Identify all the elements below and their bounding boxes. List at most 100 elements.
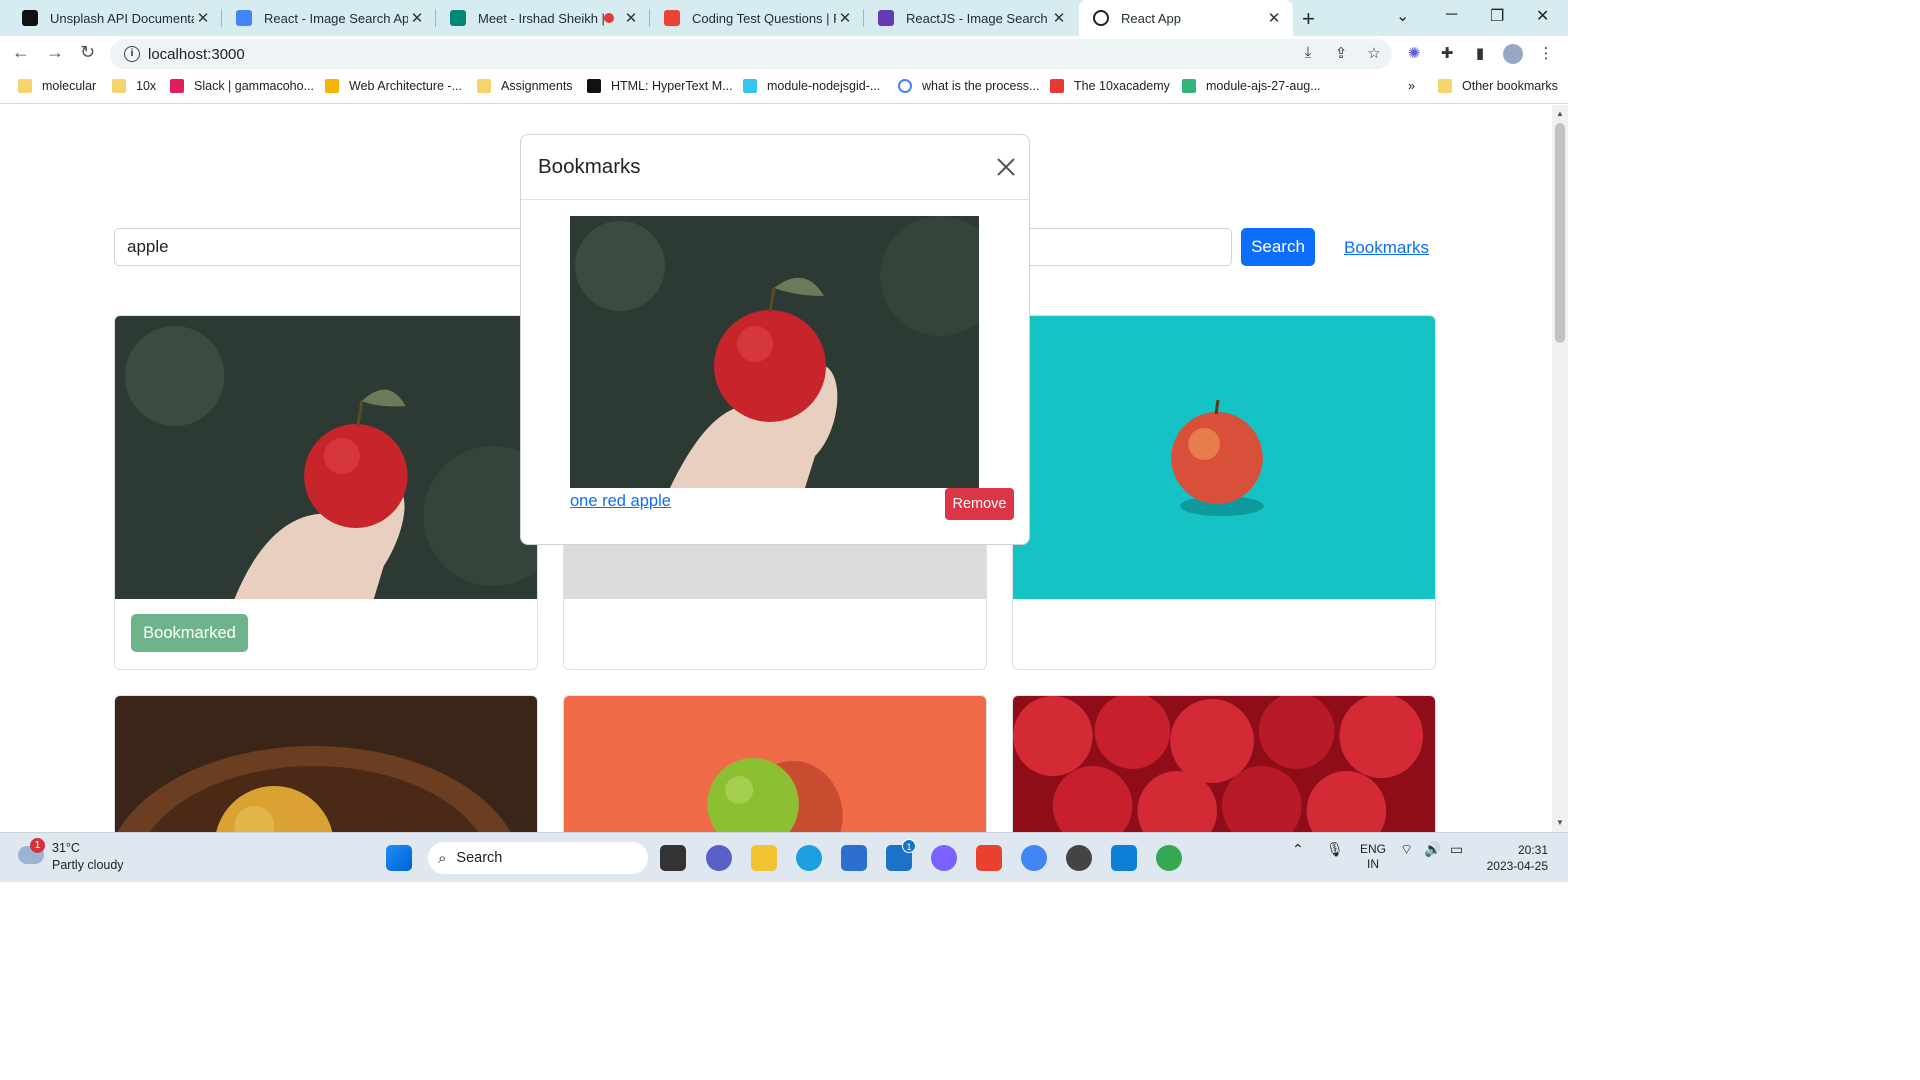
bookmark-caption-link[interactable]: one red apple	[570, 492, 671, 511]
wps-office-icon[interactable]	[976, 845, 1002, 871]
scrollbar-thumb[interactable]	[1555, 123, 1565, 343]
close-window-icon[interactable]: ✕	[1536, 6, 1549, 26]
restore-icon[interactable]: ❐	[1490, 6, 1504, 26]
browser-chrome: Unsplash API Documentatio ✕ React - Imag…	[0, 0, 1568, 104]
chrome-profile-icon[interactable]	[1156, 845, 1182, 871]
red-apples-pile-image[interactable]	[1013, 696, 1435, 832]
minimize-icon[interactable]: ─	[1446, 6, 1457, 24]
address-bar[interactable]: i localhost:3000	[110, 39, 1392, 69]
image-card	[1012, 315, 1436, 670]
tab-react-app[interactable]: React App ✕	[1079, 0, 1293, 36]
slack-icon	[743, 79, 757, 93]
chrome-icon[interactable]	[1021, 845, 1047, 871]
bookmark-other[interactable]: Other bookmarks	[1438, 79, 1558, 93]
task-view-icon[interactable]	[660, 845, 686, 871]
bookmark-slack[interactable]: Slack | gammacoho...	[170, 79, 314, 93]
bookmark-10x[interactable]: 10x	[112, 79, 156, 93]
bookmark-10xacademy[interactable]: The 10xacademy	[1050, 79, 1170, 93]
bookmarks-link[interactable]: Bookmarks	[1344, 238, 1429, 258]
reload-icon[interactable]: ↻	[80, 42, 95, 63]
weather-condition: Partly cloudy	[52, 858, 124, 872]
tab-meet[interactable]: Meet - Irshad Sheikh | C ✕	[436, 0, 650, 36]
site-info-icon[interactable]: i	[124, 46, 140, 62]
side-panel-icon[interactable]: ▮	[1470, 44, 1490, 64]
image-card	[114, 695, 538, 832]
tray-chevron-up-icon[interactable]: ⌃	[1292, 842, 1304, 857]
google-icon	[898, 79, 912, 93]
green-apple-orange-bg-image[interactable]	[564, 696, 986, 832]
apple-on-teal-image[interactable]	[1013, 316, 1435, 599]
tab-close-icon[interactable]: ✕	[836, 9, 854, 27]
weather-badge: 1	[30, 838, 45, 853]
file-explorer-icon[interactable]	[751, 845, 777, 871]
folder-icon	[112, 79, 126, 93]
meet-favicon-icon	[450, 10, 466, 26]
scroll-down-icon[interactable]: ▼	[1556, 818, 1564, 827]
page-viewport: apple Search Bookmarks Bookmarked Bookma…	[0, 105, 1552, 832]
clock-app-icon[interactable]	[1066, 845, 1092, 871]
forward-icon[interactable]: →	[46, 42, 64, 63]
bookmark-module-nodejs[interactable]: module-nodejsgid-...	[743, 79, 880, 93]
remove-button[interactable]: Remove	[945, 488, 1014, 520]
store-icon[interactable]	[841, 845, 867, 871]
apple-in-hand-image[interactable]	[115, 316, 537, 599]
mail-icon[interactable]: 1	[886, 839, 916, 871]
browser-toolbar: ← → ↻ i localhost:3000 ⤓ ⇪ ☆ ✺ ✚ ▮ ⋮	[0, 36, 1568, 72]
bookmark-molecular[interactable]: molecular	[18, 79, 96, 93]
bookmarked-button[interactable]: Bookmarked	[131, 614, 248, 652]
language-indicator[interactable]: ENG IN	[1360, 842, 1386, 872]
10x-icon	[1050, 79, 1064, 93]
microphone-icon[interactable]: 🎙	[1326, 842, 1344, 857]
new-tab-icon[interactable]: +	[1302, 6, 1315, 32]
close-icon[interactable]	[995, 156, 1017, 178]
taskbar-search[interactable]: ⌕ Search	[428, 842, 648, 874]
tab-close-icon[interactable]: ✕	[408, 9, 426, 27]
tab-unsplash-api[interactable]: Unsplash API Documentatio ✕	[8, 0, 222, 36]
bookmark-google-search[interactable]: what is the process...	[898, 79, 1039, 93]
edge-icon[interactable]	[796, 845, 822, 871]
tab-close-icon[interactable]: ✕	[622, 9, 640, 27]
bookmark-html-mdn[interactable]: HTML: HyperText M...	[587, 79, 733, 93]
copilot-icon[interactable]	[931, 845, 957, 871]
start-icon[interactable]	[386, 845, 412, 871]
tab-close-icon[interactable]: ✕	[1050, 9, 1068, 27]
apple-in-bowl-image[interactable]	[115, 696, 537, 832]
bookmark-module-ajs[interactable]: module-ajs-27-aug...	[1182, 79, 1321, 93]
bookmark-web-architecture[interactable]: Web Architecture -...	[325, 79, 462, 93]
tab-title: Meet - Irshad Sheikh | C	[478, 10, 604, 26]
tab-react-image-search-doc[interactable]: React - Image Search App - ✕	[222, 0, 436, 36]
tab-coding-test[interactable]: Coding Test Questions | PRT ✕	[650, 0, 864, 36]
star-icon[interactable]: ☆	[1364, 44, 1384, 64]
share-icon[interactable]: ⇪	[1331, 44, 1351, 64]
bookmarks-overflow-icon[interactable]: »	[1408, 79, 1415, 93]
wifi-icon[interactable]: ⌔	[1400, 842, 1413, 857]
slack-icon	[1182, 79, 1196, 93]
unsplash-favicon-icon	[22, 10, 38, 26]
battery-icon[interactable]: ▭	[1450, 842, 1463, 857]
url-text: localhost:3000	[148, 45, 245, 63]
tab-reactjs-image-search[interactable]: ReactJS - Image Search App ✕	[864, 0, 1078, 36]
vscode-icon[interactable]	[1111, 845, 1137, 871]
tab-close-icon[interactable]: ✕	[194, 9, 212, 27]
extensions-puzzle-icon[interactable]: ✚	[1437, 44, 1457, 64]
bookmark-image[interactable]	[570, 216, 979, 488]
tab-title: Coding Test Questions | PRT	[692, 10, 836, 26]
slides-icon	[325, 79, 339, 93]
folder-icon	[18, 79, 32, 93]
scroll-up-icon[interactable]: ▲	[1556, 109, 1564, 118]
volume-icon[interactable]: 🔊	[1424, 842, 1441, 857]
menu-kebab-icon[interactable]: ⋮	[1536, 44, 1556, 64]
profile-avatar[interactable]	[1503, 44, 1523, 64]
tab-close-icon[interactable]: ✕	[1265, 9, 1283, 27]
search-button[interactable]: Search	[1241, 228, 1315, 266]
system-clock[interactable]: 20:31 2023-04-25	[1474, 842, 1548, 874]
install-icon[interactable]: ⤓	[1298, 44, 1318, 64]
bookmark-assignments[interactable]: Assignments	[477, 79, 573, 93]
teams-chat-icon[interactable]	[706, 845, 732, 871]
recording-icon	[604, 13, 614, 23]
modal-title: Bookmarks	[538, 155, 641, 178]
tab-search-chevron-icon[interactable]: ⌄	[1396, 6, 1409, 26]
back-icon[interactable]: ←	[12, 42, 30, 63]
page-scrollbar[interactable]: ▲ ▼	[1552, 105, 1568, 832]
extension-gear-icon[interactable]: ✺	[1404, 44, 1424, 64]
